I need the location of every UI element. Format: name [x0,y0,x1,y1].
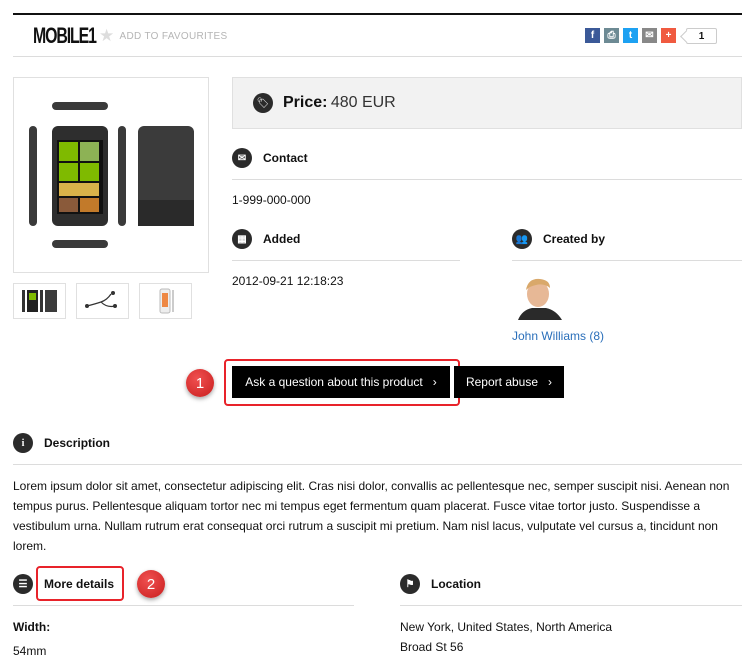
add-to-favourites-link[interactable]: ★ ADD TO FAVOURITES [99,26,228,45]
thumbnail-2[interactable] [76,283,129,319]
creator-link[interactable]: John Williams (8) [512,329,604,343]
created-by-heading-label: Created by [543,232,606,246]
facebook-share-button[interactable]: f [585,28,600,43]
price-label: Price: [283,94,328,111]
location-heading: ⚑ Location [400,574,481,594]
list-icon: ☰ [13,574,33,594]
report-abuse-label: Report abuse [465,375,539,389]
description-heading-label: Description [44,436,111,450]
location-line-1: New York, United States, North America [400,620,613,634]
added-divider [232,260,460,261]
chevron-right-icon: › [432,375,437,389]
star-icon: ★ [99,26,115,45]
more-share-button[interactable]: + [661,28,676,43]
email-icon: ✉ [645,30,654,41]
info-icon: i [13,433,33,453]
print-icon: ⎙ [607,30,616,41]
twitter-share-button[interactable]: t [623,28,638,43]
location-line-2: Broad St 56 [400,640,464,654]
width-label: Width: [13,620,51,634]
contact-divider [232,179,742,180]
price-box: 🏷 Price: 480 EUR [232,77,742,129]
email-share-button[interactable]: ✉ [642,28,657,43]
description-text: Lorem ipsum dolor sit amet, consectetur … [13,479,730,553]
more-details-divider [13,605,354,606]
report-abuse-button[interactable]: Report abuse › [454,366,564,398]
ask-question-button[interactable]: Ask a question about this product › [232,366,450,398]
thumbnail-3[interactable] [139,283,192,319]
product-main-image[interactable] [13,77,209,273]
description-heading: i Description [13,433,110,453]
width-value: 54mm [13,644,47,658]
created-by-divider [512,260,742,261]
highlight-outline-2 [36,566,124,601]
annotation-badge-1: 1 [186,369,214,397]
flag-icon: ⚑ [400,574,420,594]
plus-icon: + [665,30,672,41]
ask-question-label: Ask a question about this product [245,375,423,389]
chevron-right-icon: › [548,375,553,389]
share-count: 1 [686,28,717,44]
page-title: MOBILE1 [33,23,97,48]
added-heading-label: Added [263,232,301,246]
location-heading-label: Location [431,577,481,591]
price-value: 480 EUR [330,94,396,111]
top-rule [13,13,742,15]
twitter-icon: t [628,30,633,41]
calendar-icon: ▦ [232,229,252,249]
description-divider [13,464,742,465]
facebook-icon: f [590,30,595,41]
header-divider [13,56,742,57]
price-tag-icon: 🏷 [253,93,273,113]
location-divider [400,605,742,606]
added-heading: ▦ Added [232,229,300,249]
added-date: 2012-09-21 12:18:23 [232,274,344,288]
users-icon: 👥 [512,229,532,249]
created-by-heading: 👥 Created by [512,229,605,249]
print-button[interactable]: ⎙ [604,28,619,43]
add-to-favourites-label: ADD TO FAVOURITES [119,30,228,42]
contact-phone: 1-999-000-000 [232,193,311,207]
contact-heading-label: Contact [263,151,308,165]
envelope-icon: ✉ [232,148,252,168]
annotation-badge-2: 2 [137,570,165,598]
contact-heading: ✉ Contact [232,148,308,168]
thumbnail-1[interactable] [13,283,66,319]
share-buttons: f ⎙ t ✉ + [585,28,676,43]
user-avatar[interactable] [516,274,562,320]
